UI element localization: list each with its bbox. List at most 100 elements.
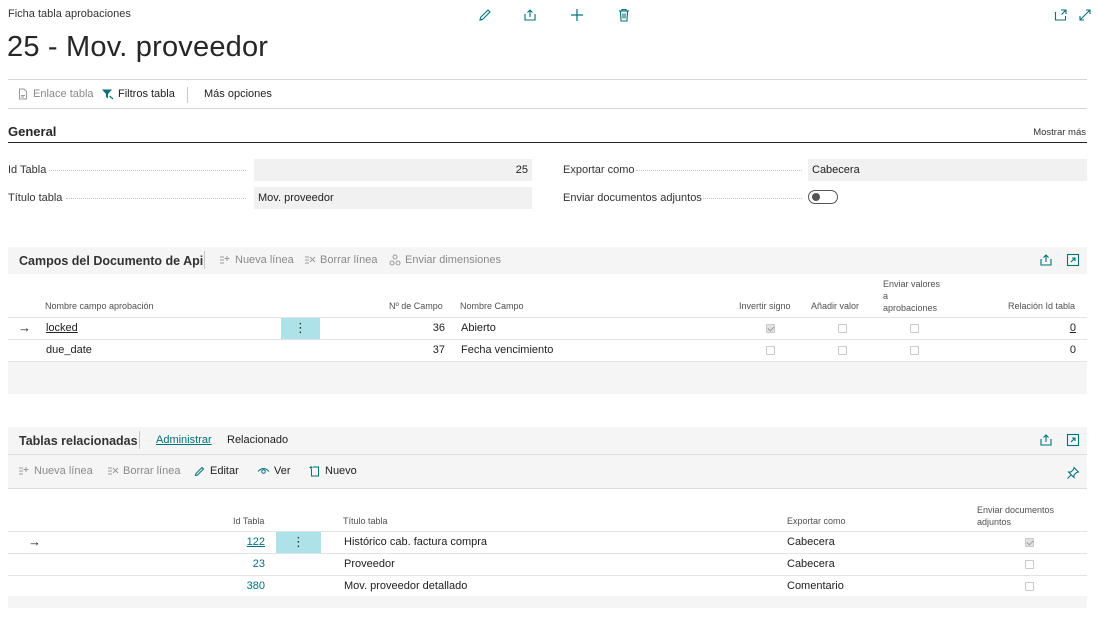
- titulo-tabla-cell[interactable]: Proveedor: [344, 558, 395, 570]
- enviar-dimensiones-label: Enviar dimensiones: [405, 254, 501, 266]
- exportar-como-field[interactable]: Cabecera: [808, 159, 1087, 181]
- col-titulo-tabla[interactable]: Título tabla: [343, 515, 388, 527]
- divider: [204, 251, 205, 269]
- pop-out-icon[interactable]: [1053, 7, 1069, 23]
- enviar-valores-checkbox[interactable]: [910, 324, 919, 333]
- share-icon[interactable]: [1038, 252, 1054, 268]
- borrar-linea-button[interactable]: Borrar línea: [107, 465, 180, 477]
- share-icon[interactable]: [522, 7, 538, 23]
- show-more-link[interactable]: Mostrar más: [1033, 127, 1086, 138]
- trash-icon[interactable]: [616, 7, 632, 23]
- titulo-tabla-cell[interactable]: Histórico cab. factura compra: [344, 536, 487, 548]
- id-tabla-cell[interactable]: 23: [253, 558, 265, 570]
- expand-panel-icon[interactable]: [1065, 432, 1081, 448]
- borrar-linea-label: Borrar línea: [320, 254, 378, 266]
- ver-button[interactable]: Ver: [257, 465, 291, 477]
- pencil-icon: [194, 465, 206, 477]
- id-tabla-field[interactable]: 25: [254, 159, 532, 181]
- id-tabla-cell[interactable]: 122: [247, 536, 265, 548]
- table-row[interactable]: → 122 ⋮ Histórico cab. factura compra Ca…: [8, 531, 1087, 553]
- nombre-campo-value-cell[interactable]: Abierto: [461, 322, 496, 334]
- col-invertir-signo[interactable]: Invertir signo: [739, 300, 791, 312]
- col-enviar-docs-line2: adjuntos: [977, 517, 1012, 527]
- enlace-tabla-button[interactable]: Enlace tabla: [17, 88, 94, 100]
- tab-administrar[interactable]: Administrar: [156, 434, 212, 446]
- col-exportar-como[interactable]: Exportar como: [787, 515, 846, 527]
- delete-line-icon: [304, 254, 316, 266]
- relacion-id-tabla-cell[interactable]: 0: [1070, 322, 1076, 334]
- leader-dots: [66, 198, 246, 199]
- mas-opciones-button[interactable]: Más opciones: [204, 88, 272, 100]
- enviar-documentos-checkbox[interactable]: [1025, 582, 1034, 591]
- borrar-linea-label: Borrar línea: [123, 465, 181, 477]
- table-row[interactable]: 380 Mov. proveedor detallado Comentario: [8, 575, 1087, 597]
- general-divider: [8, 142, 1087, 143]
- anadir-valor-checkbox[interactable]: [838, 324, 847, 333]
- titulo-tabla-field[interactable]: Mov. proveedor: [254, 187, 532, 209]
- col-no-campo[interactable]: Nº de Campo: [389, 300, 443, 312]
- col-id-tabla[interactable]: Id Tabla: [233, 515, 264, 527]
- nueva-linea-button[interactable]: Nueva línea: [18, 465, 93, 477]
- filtros-tabla-label: Filtros tabla: [118, 88, 175, 100]
- nuevo-button[interactable]: Nuevo: [309, 465, 357, 477]
- enviar-adjuntos-toggle[interactable]: [808, 190, 838, 204]
- nombre-campo-cell[interactable]: due_date: [46, 344, 92, 356]
- editar-label: Editar: [210, 465, 239, 477]
- col-enviar-docs-line1: Enviar documentos: [977, 505, 1055, 515]
- campos-panel-title: Campos del Documento de Api: [19, 254, 204, 268]
- table-row[interactable]: 23 Proveedor Cabecera: [8, 553, 1087, 575]
- page-title: 25 - Mov. proveedor: [7, 31, 269, 63]
- col-relacion-id-tabla[interactable]: Relación Id tabla: [1008, 300, 1075, 312]
- new-line-icon: [18, 465, 30, 477]
- enviar-documentos-checkbox[interactable]: [1025, 538, 1034, 547]
- relacionadas-grid: Id Tabla Título tabla Exportar como Envi…: [8, 489, 1087, 596]
- col-nombre-campo[interactable]: Nombre Campo: [460, 300, 524, 312]
- id-tabla-label: Id Tabla: [8, 164, 47, 176]
- borrar-linea-button[interactable]: Borrar línea: [304, 254, 377, 266]
- row-divider: [8, 361, 1087, 362]
- leader-dots: [636, 170, 802, 171]
- exportar-como-cell[interactable]: Comentario: [787, 580, 844, 592]
- filtros-tabla-button[interactable]: Filtros tabla: [101, 88, 175, 100]
- share-icon[interactable]: [1038, 432, 1054, 448]
- pencil-icon[interactable]: [477, 7, 493, 23]
- exportar-como-cell[interactable]: Cabecera: [787, 536, 835, 548]
- row-menu-button[interactable]: ⋮: [281, 318, 320, 339]
- plus-icon[interactable]: [569, 7, 585, 23]
- anadir-valor-checkbox[interactable]: [838, 346, 847, 355]
- col-anadir-valor[interactable]: Añadir valor: [811, 300, 859, 312]
- expand-panel-icon[interactable]: [1065, 252, 1081, 268]
- no-campo-cell[interactable]: 37: [433, 344, 445, 356]
- new-document-icon: [309, 465, 321, 477]
- enviar-documentos-checkbox[interactable]: [1025, 560, 1034, 569]
- col-nombre-campo-aprobacion[interactable]: Nombre campo aprobación: [45, 300, 154, 312]
- pin-icon[interactable]: [1066, 466, 1080, 480]
- row-menu-button[interactable]: ⋮: [276, 532, 321, 553]
- titulo-tabla-cell[interactable]: Mov. proveedor detallado: [344, 580, 467, 592]
- nueva-linea-button[interactable]: Nueva línea: [219, 254, 294, 266]
- nombre-campo-value-cell[interactable]: Fecha vencimiento: [461, 344, 553, 356]
- enviar-valores-checkbox[interactable]: [910, 346, 919, 355]
- table-row[interactable]: due_date 37 Fecha vencimiento 0: [8, 339, 1087, 361]
- ver-label: Ver: [274, 465, 291, 477]
- leader-dots: [49, 170, 246, 171]
- link-document-icon: [17, 88, 29, 100]
- invertir-signo-checkbox[interactable]: [766, 324, 775, 333]
- table-row[interactable]: → locked ⋮ 36 Abierto 0: [8, 317, 1087, 339]
- id-tabla-cell[interactable]: 380: [247, 580, 265, 592]
- expand-icon[interactable]: [1077, 7, 1093, 23]
- nuevo-label: Nuevo: [325, 465, 357, 477]
- no-campo-cell[interactable]: 36: [433, 322, 445, 334]
- editar-button[interactable]: Editar: [194, 465, 239, 477]
- enviar-dimensiones-button[interactable]: Enviar dimensiones: [389, 254, 501, 266]
- relacion-id-tabla-cell[interactable]: 0: [1070, 344, 1076, 356]
- col-enviar-valores[interactable]: Enviar valores a aprobaciones: [883, 278, 940, 314]
- new-line-icon: [219, 254, 231, 266]
- col-enviar-documentos-adjuntos[interactable]: Enviar documentos adjuntos: [977, 504, 1054, 528]
- general-section-title[interactable]: General: [8, 124, 56, 139]
- tab-relacionado[interactable]: Relacionado: [227, 434, 288, 446]
- nombre-campo-cell[interactable]: locked: [46, 322, 78, 334]
- nueva-linea-label: Nueva línea: [235, 254, 294, 266]
- exportar-como-cell[interactable]: Cabecera: [787, 558, 835, 570]
- invertir-signo-checkbox[interactable]: [766, 346, 775, 355]
